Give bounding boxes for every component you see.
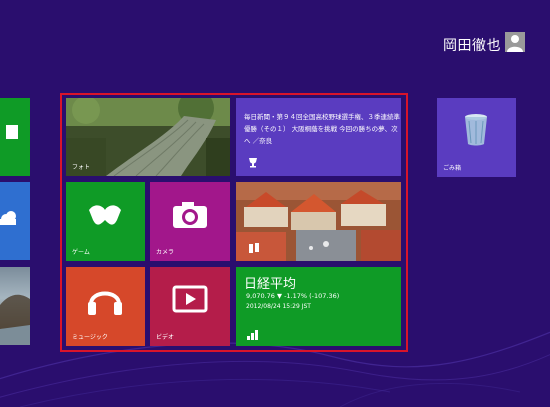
games-tile-label: ゲーム [72, 249, 90, 256]
photos-tile-label: フォト [72, 164, 91, 171]
map-icon [249, 243, 259, 253]
cloud-icon [0, 211, 16, 225]
user-avatar[interactable] [505, 32, 525, 52]
play-icon [172, 285, 208, 313]
chart-icon [247, 330, 258, 340]
city-roofs-photo [236, 182, 401, 261]
user-name[interactable]: 岡田徹也 [443, 35, 501, 55]
finance-tile[interactable]: 日経平均 9,070.76 ▼ -1.17% (-107.36) 2012/08… [236, 267, 401, 346]
camera-tile-label: カメラ [156, 249, 175, 256]
finance-title: 日経平均 [244, 277, 297, 292]
headphones-icon [88, 291, 122, 315]
photos-tile[interactable]: フォト [66, 98, 230, 176]
trophy-icon [249, 158, 257, 168]
news-headline: 毎日新聞・第９４回全国高校野球選手権、３季連続準優勝（その１） 大阪桐蔭を挑戦 … [244, 113, 400, 145]
recycle-bin-tile[interactable]: ごみ箱 [437, 98, 516, 177]
partial-tile-photo[interactable] [0, 267, 30, 345]
video-tile-label: ビデオ [156, 334, 175, 341]
finance-date: 2012/08/24 15:29 JST [246, 303, 311, 310]
finance-value: 9,070.76 ▼ -1.17% (-107.36) [246, 292, 340, 300]
music-tile-label: ミュージック [72, 334, 108, 341]
news-tile[interactable]: 毎日新聞・第９４回全国高校野球選手権、３季連続準優勝（その１） 大阪桐蔭を挑戦 … [236, 98, 401, 176]
partial-tile-green[interactable] [0, 98, 30, 176]
partial-tile-blue[interactable] [0, 182, 30, 260]
travel-tile[interactable] [236, 182, 401, 261]
camera-icon [173, 202, 207, 228]
recycle-bin-label: ごみ箱 [443, 165, 462, 172]
rock-photo [0, 294, 30, 345]
recycle-bin-icon [465, 114, 487, 146]
camera-tile[interactable]: カメラ [150, 182, 230, 261]
games-tile[interactable]: ゲーム [66, 182, 145, 261]
xbox-icon [89, 205, 121, 225]
user-silhouette-icon [507, 35, 523, 52]
store-bag-icon [6, 125, 18, 139]
stone-path-photo [66, 98, 230, 176]
video-tile[interactable]: ビデオ [150, 267, 230, 346]
music-tile[interactable]: ミュージック [66, 267, 145, 346]
